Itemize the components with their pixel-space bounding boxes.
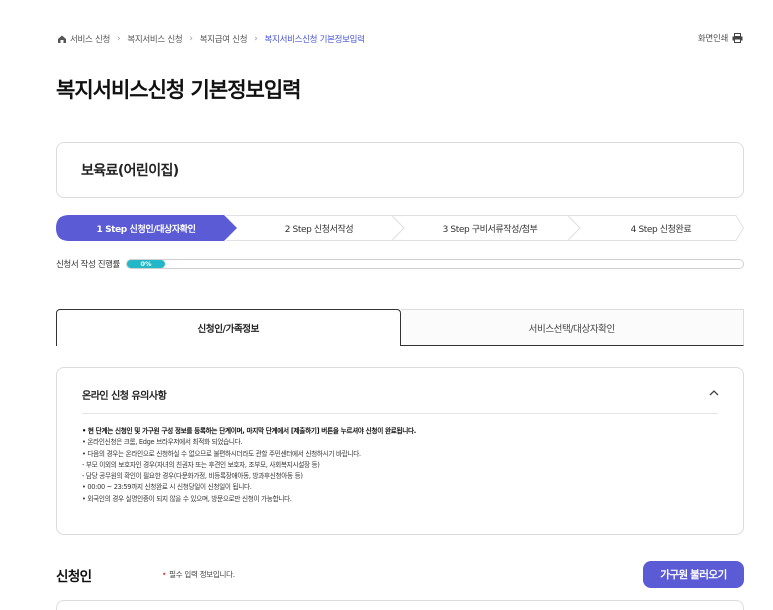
breadcrumb-item[interactable]: 서비스 신청: [70, 33, 110, 45]
step-indicator: 1 Step 신청인/대상자확인 2 Step 신청서작성 3 Step 구비서…: [56, 215, 744, 241]
tab-bar: 신청인/가족정보 서비스선택/대상자확인: [56, 309, 744, 346]
home-icon[interactable]: [57, 34, 67, 44]
notice-item: - 부모 이외의 보호자인 경우(자녀의 친권자 또는 후견인 보호자, 조부모…: [82, 460, 320, 469]
chevron-right-icon: ›: [254, 34, 258, 44]
print-label: 화면인쇄: [697, 34, 728, 44]
notice-item: • 외국인의 경우 실명인증이 되지 않을 수 있으며, 방문으로만 신청이 가…: [82, 494, 292, 503]
notice-title: 온라인 신청 유의사항: [82, 391, 167, 402]
notice-panel: 온라인 신청 유의사항 • 현 단계는 신청인 및 가구원 구성 정보를 등록하…: [56, 367, 744, 535]
applicant-form-box: [56, 600, 744, 610]
service-name: 보육료(어린이집): [81, 163, 179, 179]
breadcrumb-current: 복지서비스신청 기본정보입력: [264, 35, 365, 45]
breadcrumb: 서비스 신청 › 복지서비스 신청 › 복지급여 신청 › 복지서비스신청 기본…: [57, 33, 365, 45]
notice-item: • 현 단계는 신청인 및 가구원 구성 정보를 등록하는 단계이며, 마지막 …: [82, 427, 416, 435]
load-household-button[interactable]: 가구원 불러오기: [643, 561, 744, 588]
required-note: • 필수 입력 정보입니다.: [162, 569, 235, 580]
progress-label: 신청서 작성 진행률: [56, 260, 120, 270]
step-4: 4 Step 신청완료: [630, 224, 692, 235]
progress-bar: 0%: [126, 259, 744, 269]
notice-item: • 00:00 ~ 23:59까지 신청완료 시 신청당일이 신청일이 됩니다.: [82, 483, 252, 492]
tab-applicant-family[interactable]: 신청인/가족정보: [56, 309, 401, 346]
breadcrumb-item[interactable]: 복지서비스 신청: [127, 33, 182, 45]
breadcrumb-item[interactable]: 복지급여 신청: [200, 33, 248, 45]
notice-item: • 다음의 경우는 온라인으로 신청하실 수 없으므로 불편하시더라도 관할 주…: [82, 449, 361, 458]
printer-icon: [732, 33, 743, 43]
required-mark: •: [162, 570, 167, 579]
tab-service-selection[interactable]: 서비스선택/대상자확인: [400, 309, 744, 346]
notice-item: • 온라인신청은 크롬, Edge 브라우저에서 최적화 되었습니다.: [82, 438, 243, 447]
print-button[interactable]: 화면인쇄: [698, 32, 743, 44]
step-3: 3 Step 구비서류작성/첨부: [442, 224, 538, 235]
step-1: 1 Step 신청인/대상자확인: [96, 224, 196, 235]
chevron-right-icon: ›: [117, 34, 121, 44]
progress-value: 0%: [127, 260, 165, 268]
chevron-up-icon[interactable]: [707, 386, 721, 400]
notice-item: - 담당 공무원의 확인이 필요한 경우(다문화가정, 비등록장애아동, 방과후…: [82, 472, 303, 481]
notice-divider: [82, 413, 718, 414]
notice-list: • 현 단계는 신청인 및 가구원 구성 정보를 등록하는 단계이며, 마지막 …: [82, 426, 723, 505]
applicant-section-title: 신청인: [56, 569, 92, 585]
chevron-right-icon: ›: [189, 34, 193, 44]
required-note-text: 필수 입력 정보입니다.: [169, 570, 235, 579]
step-2: 2 Step 신청서작성: [284, 224, 354, 235]
progress-row: 신청서 작성 진행률 0%: [56, 257, 744, 271]
service-name-box: 보육료(어린이집): [56, 142, 744, 198]
page-title: 복지서비스신청 기본정보입력: [56, 78, 301, 102]
